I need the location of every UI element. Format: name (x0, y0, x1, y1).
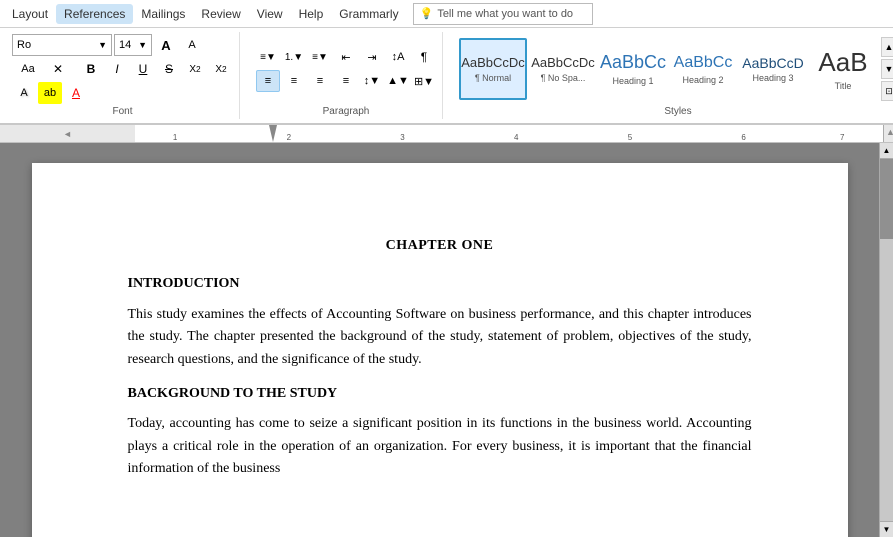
scroll-up-button[interactable]: ▲ (880, 143, 893, 159)
paragraph-controls: ≡▼ 1.▼ ≡▼ ⇤ ⇥ ↕A ¶ ≡ ≡ ≡ ≡ ↕▼ ▲▼ (256, 34, 436, 104)
ruler-mark-5: 5 (628, 133, 632, 142)
style-h3-preview: AaBbCcD (742, 55, 803, 72)
decrease-indent-button[interactable]: ⇤ (334, 46, 358, 68)
clear-format-icon: ✕ (53, 62, 63, 76)
ruler-white-area: 1 2 3 4 5 6 7 ▲ (135, 125, 893, 142)
app-window: Layout References Mailings Review View H… (0, 0, 893, 537)
menu-view[interactable]: View (249, 4, 291, 24)
font-group-label: Font (112, 106, 132, 117)
ruler-mark-7: 7 (840, 133, 844, 142)
style-heading3[interactable]: AaBbCcD Heading 3 (739, 38, 807, 100)
borders-button[interactable]: ⊞▼ (412, 70, 436, 92)
font-color-button[interactable]: A (64, 82, 88, 104)
style-normal-label: ¶ Normal (475, 73, 511, 83)
intro-heading: INTRODUCTION (128, 273, 752, 295)
lightbulb-icon: 💡 (420, 7, 434, 20)
background-body1: Today, accounting has come to seize a si… (128, 413, 752, 480)
align-center-button[interactable]: ≡ (282, 70, 306, 92)
font-name-dropdown[interactable]: Ro ▼ (12, 34, 112, 56)
document-area[interactable]: CHAPTER ONE INTRODUCTION This study exam… (0, 143, 879, 537)
style-title-label: Title (835, 81, 852, 91)
sort-button[interactable]: ↕A (386, 46, 410, 68)
multilevel-list-button[interactable]: ≡▼ (308, 46, 332, 68)
italic-button[interactable]: I (105, 58, 129, 80)
styles-scroll-controls: ▲ ▼ ⊡ (881, 37, 893, 101)
font-grow-button[interactable]: A (154, 34, 178, 56)
ribbon: Ro ▼ 14 ▼ A A Aa ✕ (0, 28, 893, 125)
ruler-right-margin: ▲ (883, 125, 893, 142)
align-left-button[interactable]: ≡ (256, 70, 280, 92)
increase-indent-button[interactable]: ⇥ (360, 46, 384, 68)
styles-expand[interactable]: ⊡ (881, 81, 893, 101)
styles-scroll-up[interactable]: ▲ (881, 37, 893, 57)
style-h3-label: Heading 3 (752, 73, 793, 83)
style-h1-preview: AaBbCc (600, 52, 666, 74)
clear-format-button[interactable]: ✕ (46, 58, 70, 80)
style-heading2[interactable]: AaBbCc Heading 2 (669, 38, 737, 100)
chapter-title: CHAPTER ONE (128, 235, 752, 257)
scroll-down-button[interactable]: ▼ (880, 521, 893, 537)
menu-help[interactable]: Help (291, 4, 332, 24)
ruler-left-margin: ◄ (63, 129, 72, 139)
font-controls: Ro ▼ 14 ▼ A A Aa ✕ (12, 34, 233, 104)
style-title[interactable]: AaB Title (809, 38, 877, 100)
strikethrough-button[interactable]: S (157, 58, 181, 80)
menu-mailings[interactable]: Mailings (133, 4, 193, 24)
shading-button[interactable]: ▲▼ (386, 70, 410, 92)
styles-group-label: Styles (664, 106, 691, 117)
document-container: CHAPTER ONE INTRODUCTION This study exam… (0, 143, 893, 537)
style-nospace-label: ¶ No Spa... (541, 73, 586, 83)
style-normal-preview: AaBbCcDc (461, 55, 525, 71)
style-nospace-preview: AaBbCcDc (531, 55, 595, 71)
menu-grammarly[interactable]: Grammarly (331, 4, 406, 24)
vertical-scrollbar[interactable]: ▲ ▼ (879, 143, 893, 537)
underline-button[interactable]: U (131, 58, 155, 80)
menu-layout[interactable]: Layout (4, 4, 56, 24)
intro-body: This study examines the effects of Accou… (128, 304, 752, 371)
superscript-button[interactable]: X2 (209, 58, 233, 80)
font-shrink-button[interactable]: A (180, 34, 204, 56)
paragraph-group-label: Paragraph (323, 106, 370, 117)
style-title-preview: AaB (818, 47, 867, 78)
background-heading: BACKGROUND TO THE STUDY (128, 383, 752, 405)
ruler-mark-2: 2 (287, 133, 291, 142)
scroll-track[interactable] (880, 159, 893, 521)
menu-bar: Layout References Mailings Review View H… (0, 0, 893, 28)
justify-button[interactable]: ≡ (334, 70, 358, 92)
change-case-button[interactable]: Aa (12, 58, 44, 80)
styles-group: AaBbCcDc ¶ Normal AaBbCcDc ¶ No Spa... A… (453, 32, 893, 119)
style-h2-preview: AaBbCc (674, 53, 733, 72)
bullets-button[interactable]: ≡▼ (256, 46, 280, 68)
tell-me-search[interactable]: 💡 Tell me what you want to do (413, 3, 593, 25)
ruler-mark-1: 1 (173, 133, 177, 142)
menu-review[interactable]: Review (193, 4, 248, 24)
subscript-button[interactable]: X2 (183, 58, 207, 80)
ruler-mark-3: 3 (400, 133, 404, 142)
font-group: Ro ▼ 14 ▼ A A Aa ✕ (6, 32, 240, 119)
ruler-mark-4: 4 (514, 133, 518, 142)
ruler-indent-marker (269, 125, 277, 142)
numbering-button[interactable]: 1.▼ (282, 46, 306, 68)
menu-references[interactable]: References (56, 4, 133, 24)
paragraph-group: ≡▼ 1.▼ ≡▼ ⇤ ⇥ ↕A ¶ ≡ ≡ ≡ ≡ ↕▼ ▲▼ (250, 32, 443, 119)
bold-button[interactable]: B (79, 58, 103, 80)
ruler: ◄ 1 2 3 4 5 6 7 ▲ (0, 125, 893, 143)
scroll-thumb[interactable] (880, 159, 893, 239)
style-normal[interactable]: AaBbCcDc ¶ Normal (459, 38, 527, 100)
style-no-spacing[interactable]: AaBbCcDc ¶ No Spa... (529, 38, 597, 100)
font-size-input[interactable]: 14 ▼ (114, 34, 152, 56)
style-heading1[interactable]: AaBbCc Heading 1 (599, 38, 667, 100)
style-h1-label: Heading 1 (612, 76, 653, 86)
styles-gallery: AaBbCcDc ¶ Normal AaBbCcDc ¶ No Spa... A… (459, 37, 893, 101)
document-page[interactable]: CHAPTER ONE INTRODUCTION This study exam… (32, 163, 848, 537)
text-highlight-button[interactable]: ab (38, 82, 62, 104)
styles-content: AaBbCcDc ¶ Normal AaBbCcDc ¶ No Spa... A… (459, 34, 893, 104)
show-formatting-button[interactable]: ¶ (412, 46, 436, 68)
line-spacing-button[interactable]: ↕▼ (360, 70, 384, 92)
styles-scroll-down[interactable]: ▼ (881, 59, 893, 79)
align-right-button[interactable]: ≡ (308, 70, 332, 92)
style-h2-label: Heading 2 (682, 75, 723, 85)
text-effect-button[interactable]: A (12, 82, 36, 104)
ruler-mark-6: 6 (741, 133, 745, 142)
